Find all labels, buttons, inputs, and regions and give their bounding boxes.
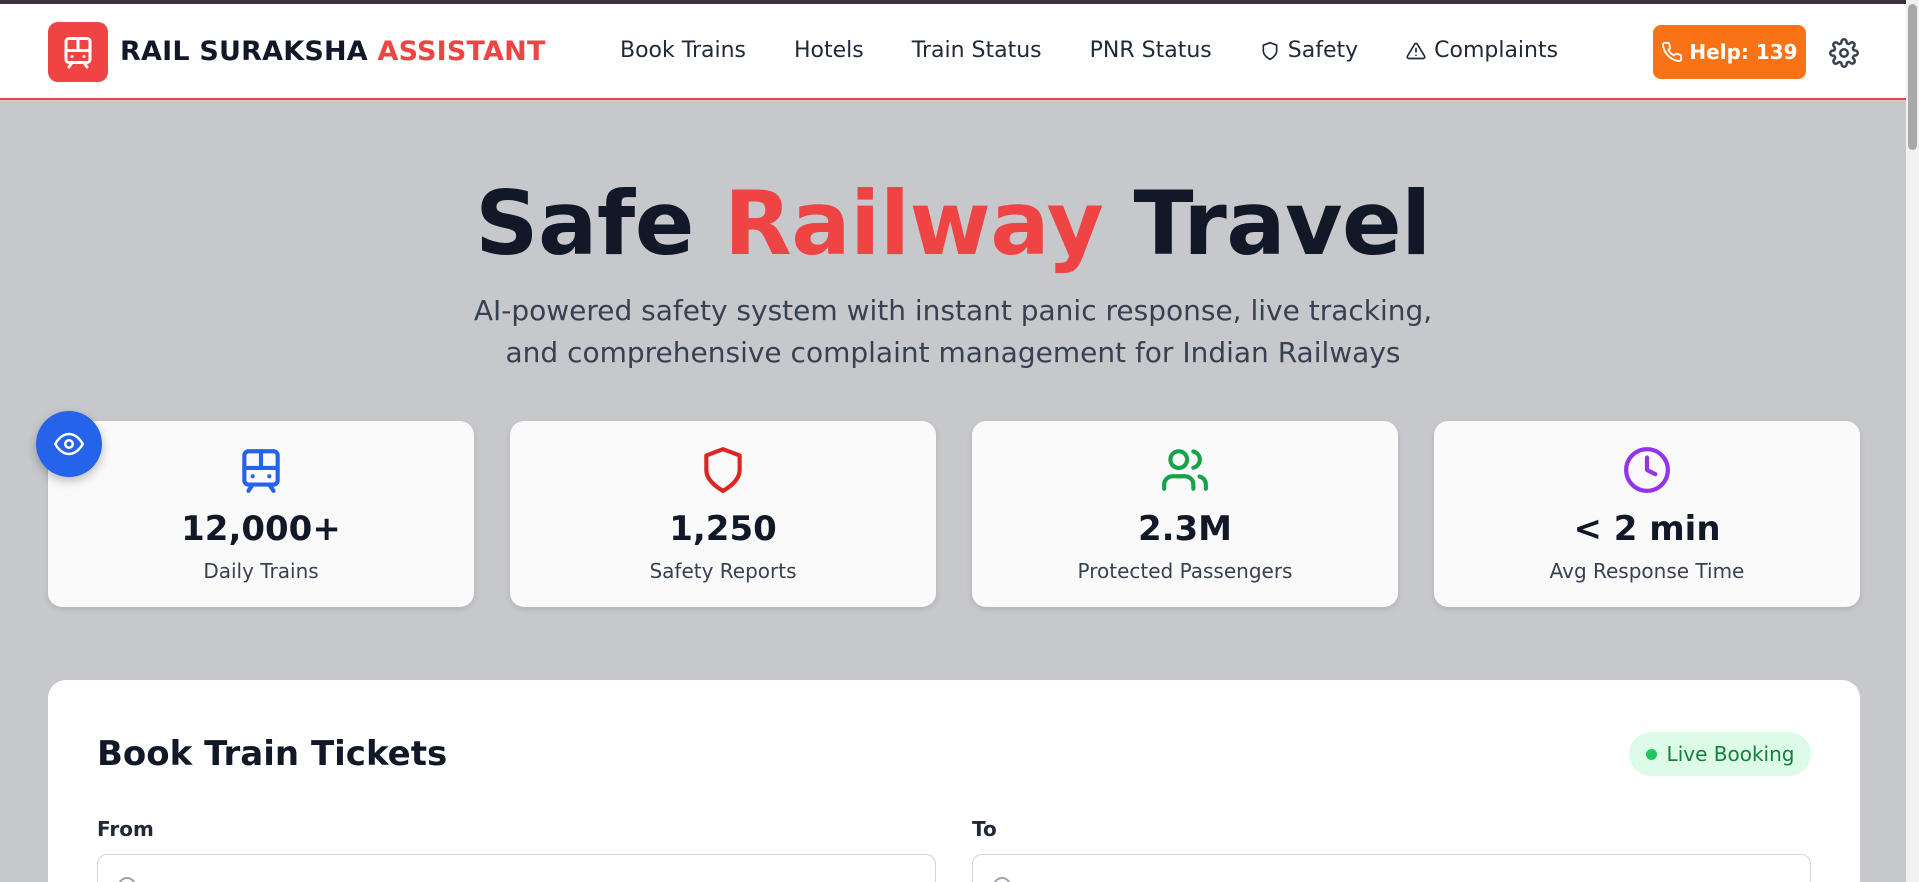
phone-icon (1662, 41, 1683, 62)
from-label: From (97, 817, 154, 841)
stat-value: < 2 min (1573, 509, 1721, 549)
nav-label: Train Status (911, 38, 1042, 63)
booking-card: Book Train Tickets Live Booking From To (48, 680, 1860, 882)
stat-label: Safety Reports (649, 559, 797, 583)
help-label: Help: 139 (1689, 40, 1798, 64)
stat-card-safety-reports: 1,250 Safety Reports (510, 421, 936, 607)
eye-icon (54, 432, 84, 456)
nav-label: Safety (1287, 38, 1359, 63)
stat-card-avg-response-time: < 2 min Avg Response Time (1434, 421, 1860, 607)
hero-title-part2: Railway (724, 172, 1104, 275)
brand-name-part2: ASSISTANT (377, 36, 546, 67)
help-call-button[interactable]: Help: 139 (1653, 25, 1806, 79)
from-station-input[interactable] (97, 854, 936, 882)
nav-label: Hotels (794, 38, 864, 63)
brand-name[interactable]: RAIL SURAKSHA ASSISTANT (120, 36, 546, 67)
to-label: To (972, 817, 997, 841)
nav-complaints[interactable]: Complaints (1406, 38, 1558, 63)
stat-card-daily-trains: 12,000+ Daily Trains (48, 421, 474, 607)
nav-label: Book Trains (620, 38, 746, 63)
page-scrollbar[interactable] (1906, 0, 1919, 882)
live-booking-label: Live Booking (1666, 742, 1795, 766)
shield-icon (704, 447, 742, 493)
live-booking-badge: Live Booking (1629, 732, 1811, 776)
hero-title-part3: Travel (1103, 172, 1431, 275)
to-station-input[interactable] (972, 854, 1811, 882)
warning-icon (1406, 42, 1426, 59)
gear-icon[interactable] (1829, 38, 1859, 68)
stat-label: Daily Trains (203, 559, 319, 583)
main-nav: Book Trains Hotels Train Status PNR Stat… (620, 38, 1558, 63)
stat-value: 2.3M (1137, 509, 1233, 549)
accessibility-toggle-button[interactable] (36, 411, 102, 477)
nav-safety[interactable]: Safety (1260, 38, 1358, 63)
stat-card-protected-passengers: 2.3M Protected Passengers (972, 421, 1398, 607)
train-icon (242, 449, 280, 493)
nav-label: Complaints (1434, 38, 1559, 63)
nav-train-status[interactable]: Train Status (912, 38, 1042, 63)
stat-label: Avg Response Time (1549, 559, 1745, 583)
nav-label: PNR Status (1089, 38, 1212, 63)
search-icon (993, 877, 1011, 882)
hero-title: Safe Railway Travel (0, 172, 1906, 275)
live-indicator-dot (1645, 748, 1657, 760)
stat-value: 12,000+ (181, 509, 341, 549)
top-navbar: RAIL SURAKSHA ASSISTANT Book Trains Hote… (0, 4, 1906, 100)
search-icon (118, 877, 136, 882)
nav-hotels[interactable]: Hotels (794, 38, 864, 63)
clock-icon (1624, 447, 1670, 493)
booking-title: Book Train Tickets (97, 734, 448, 774)
brand-name-part1: RAIL SURAKSHA (120, 36, 378, 67)
nav-pnr-status[interactable]: PNR Status (1090, 38, 1212, 63)
stat-value: 1,250 (669, 509, 777, 549)
shield-icon (1262, 41, 1278, 60)
hero-title-part1: Safe (475, 172, 725, 275)
scrollbar-thumb[interactable] (1908, 4, 1917, 150)
hero-subtitle: AI-powered safety system with instant pa… (473, 294, 1433, 369)
stat-label: Protected Passengers (1077, 559, 1293, 583)
nav-book-trains[interactable]: Book Trains (620, 38, 746, 63)
users-icon (1162, 449, 1208, 491)
train-logo-icon[interactable] (48, 22, 108, 82)
